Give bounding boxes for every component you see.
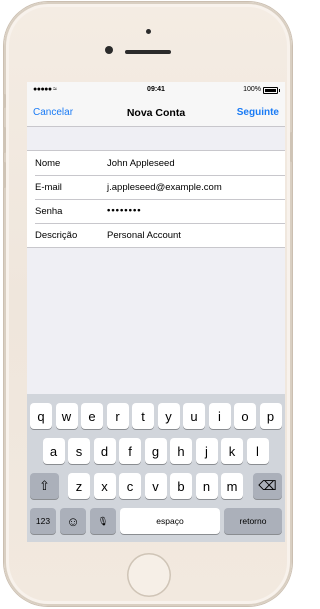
- account-form: Nome John Appleseed E-mail j.appleseed@e…: [27, 150, 285, 248]
- key-i[interactable]: i: [208, 403, 231, 429]
- name-field[interactable]: John Appleseed: [107, 158, 175, 169]
- key-m[interactable]: m: [221, 473, 243, 499]
- key-u[interactable]: u: [183, 403, 205, 429]
- key-e[interactable]: e: [81, 403, 103, 429]
- key-s[interactable]: s: [68, 438, 90, 464]
- shift-key[interactable]: ⇧: [30, 473, 59, 499]
- return-key[interactable]: retorno: [224, 508, 282, 534]
- key-y[interactable]: y: [157, 403, 180, 429]
- key-n[interactable]: n: [195, 473, 218, 499]
- status-bar: ●●●●● ≈ 09:41 100%: [27, 82, 285, 98]
- microphone-key[interactable]: 🎙: [90, 508, 116, 534]
- space-key[interactable]: espaço: [120, 508, 220, 534]
- key-w[interactable]: w: [55, 403, 78, 429]
- key-g[interactable]: g: [144, 438, 167, 464]
- key-c[interactable]: c: [119, 473, 141, 499]
- key-t[interactable]: t: [132, 403, 154, 429]
- key-d[interactable]: d: [93, 438, 116, 464]
- emoji-key[interactable]: ☺: [60, 508, 86, 534]
- password-field[interactable]: ••••••••: [107, 205, 142, 216]
- name-row[interactable]: Nome John Appleseed: [27, 151, 285, 175]
- key-o[interactable]: o: [234, 403, 256, 429]
- email-field[interactable]: j.appleseed@example.com: [107, 182, 222, 193]
- navigation-bar: Cancelar Nova Conta Seguinte: [27, 98, 285, 127]
- email-label: E-mail: [35, 182, 62, 193]
- key-q[interactable]: q: [30, 403, 52, 429]
- key-a[interactable]: a: [42, 438, 65, 464]
- key-k[interactable]: k: [221, 438, 243, 464]
- screen: ●●●●● ≈ 09:41 100% Cancelar Nova Conta S…: [27, 82, 285, 542]
- key-j[interactable]: j: [195, 438, 218, 464]
- key-h[interactable]: h: [170, 438, 192, 464]
- key-b[interactable]: b: [170, 473, 192, 499]
- earpiece-speaker: [125, 50, 171, 54]
- key-r[interactable]: r: [106, 403, 129, 429]
- mute-switch: [3, 94, 6, 108]
- name-label: Nome: [35, 158, 61, 169]
- keyboard: q w e r t y u i o p a s d f g h j k l ⇧ …: [27, 394, 285, 542]
- key-p[interactable]: p: [259, 403, 282, 429]
- numbers-key[interactable]: 123: [30, 508, 56, 534]
- home-button[interactable]: [127, 553, 171, 597]
- email-row[interactable]: E-mail j.appleseed@example.com: [27, 175, 285, 199]
- battery-percentage: 100%: [243, 86, 261, 93]
- next-button[interactable]: Seguinte: [237, 107, 279, 118]
- power-button: [290, 132, 293, 162]
- password-row[interactable]: Senha ••••••••: [27, 199, 285, 223]
- description-field[interactable]: Personal Account: [107, 230, 181, 241]
- key-f[interactable]: f: [119, 438, 141, 464]
- front-camera: [105, 46, 113, 54]
- phone-frame: ●●●●● ≈ 09:41 100% Cancelar Nova Conta S…: [3, 2, 293, 606]
- delete-key[interactable]: ⌫: [253, 473, 282, 499]
- key-l[interactable]: l: [246, 438, 269, 464]
- key-x[interactable]: x: [93, 473, 116, 499]
- password-label: Senha: [35, 206, 63, 217]
- key-z[interactable]: z: [68, 473, 90, 499]
- proximity-sensor: [146, 29, 151, 34]
- battery-icon: [263, 87, 280, 94]
- volume-up-button: [3, 127, 6, 153]
- description-label: Descrição: [35, 230, 78, 241]
- key-v[interactable]: v: [144, 473, 167, 499]
- description-row[interactable]: Descrição Personal Account: [27, 223, 285, 247]
- volume-down-button: [3, 162, 6, 188]
